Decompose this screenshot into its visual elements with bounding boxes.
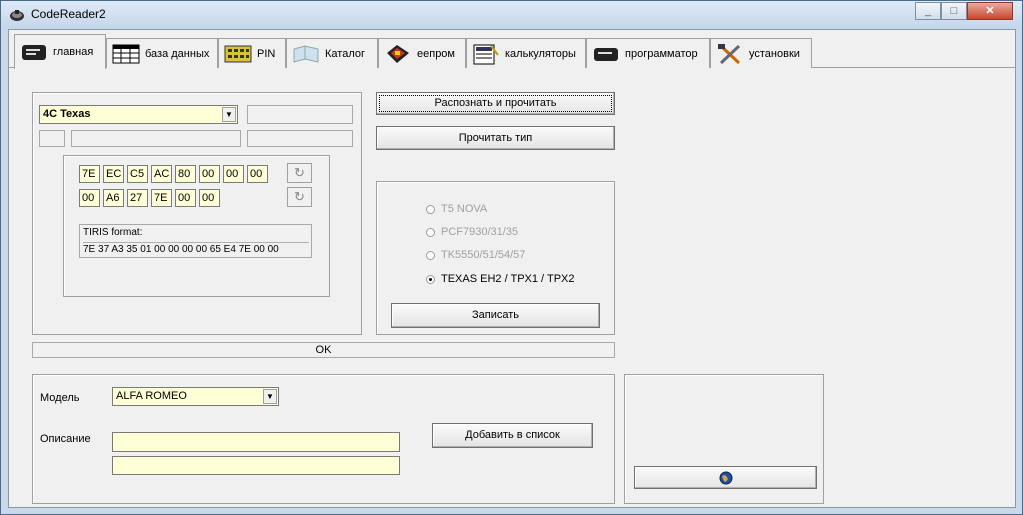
tab-eeprom[interactable]: eeпром xyxy=(378,38,466,68)
hex-cell[interactable]: 00 xyxy=(79,189,100,207)
status-bar: OK xyxy=(32,342,615,358)
radio-tk5550[interactable]: TK5550/51/54/57 xyxy=(426,249,525,261)
model-label: Модель xyxy=(40,392,80,404)
tiris-label: TIRIS format: xyxy=(83,227,143,238)
radio-label: T5 NOVA xyxy=(441,203,488,215)
tab-programmer[interactable]: программатор xyxy=(586,38,710,68)
radio-pcf7930[interactable]: PCF7930/31/35 xyxy=(426,226,518,238)
radio-dot xyxy=(426,227,435,237)
refresh-row1-button[interactable]: ↻ xyxy=(287,163,312,183)
globe-button[interactable] xyxy=(634,466,817,489)
tab-pin[interactable]: PIN xyxy=(218,38,286,68)
tab-database-label: база данных xyxy=(145,47,210,60)
close-button[interactable]: ✕ xyxy=(967,2,1013,20)
app-icon xyxy=(10,10,24,21)
tools-icon xyxy=(718,43,741,64)
hex-cell[interactable]: C5 xyxy=(127,165,148,183)
description-label: Описание xyxy=(40,433,91,445)
info-field-2 xyxy=(39,130,65,147)
main-panel: главная база данных PIN Каталог eeпром к… xyxy=(8,29,1016,508)
recognize-read-button[interactable]: Распознать и прочитать xyxy=(376,92,615,115)
radio-label: PCF7930/31/35 xyxy=(441,226,519,238)
model-select[interactable]: ALFA ROMEO ▼ xyxy=(112,387,279,406)
hex-cell[interactable]: 7E xyxy=(151,189,172,207)
hex-cell[interactable]: 7E xyxy=(79,165,100,183)
title-bar[interactable]: CodeReader2 _ □ ✕ xyxy=(1,1,1022,29)
tab-programmer-label: программатор xyxy=(625,47,698,60)
minimize-button[interactable]: _ xyxy=(915,2,941,20)
tab-settings[interactable]: установки xyxy=(710,38,812,68)
transponder-type-select[interactable]: 4C Texas ▼ xyxy=(39,105,238,124)
pin-keypad-icon xyxy=(224,45,252,62)
tab-main[interactable]: главная xyxy=(14,34,106,69)
hex-cell[interactable]: 27 xyxy=(127,189,148,207)
description-field-2[interactable] xyxy=(112,456,400,475)
info-field-4 xyxy=(247,130,353,147)
programmer-icon xyxy=(594,47,618,61)
refresh-icon: ↻ xyxy=(294,165,305,180)
hex-cell[interactable]: 00 xyxy=(223,165,244,183)
radio-label: TK5550/51/54/57 xyxy=(441,249,526,261)
read-type-button[interactable]: Прочитать тип xyxy=(376,126,615,150)
hex-cell[interactable]: 00 xyxy=(199,165,220,183)
hex-cell[interactable]: 00 xyxy=(247,165,268,183)
chevron-down-icon[interactable]: ▼ xyxy=(222,107,236,122)
tab-catalog[interactable]: Каталог xyxy=(286,38,378,68)
model-value: ALFA ROMEO xyxy=(116,390,187,402)
status-text: OK xyxy=(315,344,332,356)
hex-cell[interactable]: 80 xyxy=(175,165,196,183)
add-to-list-button[interactable]: Добавить в список xyxy=(432,423,593,448)
radio-t5-nova[interactable]: T5 NOVA xyxy=(426,203,487,215)
refresh-row2-button[interactable]: ↻ xyxy=(287,187,312,207)
database-icon xyxy=(112,44,140,63)
tab-settings-label: установки xyxy=(749,47,800,60)
hex-cell[interactable]: EC xyxy=(103,165,124,183)
eeprom-icon xyxy=(387,44,409,63)
window-title: CodeReader2 xyxy=(31,7,106,21)
description-field-1[interactable] xyxy=(112,432,400,452)
calculator-icon xyxy=(473,44,499,64)
tab-calculators[interactable]: калькуляторы xyxy=(466,38,586,68)
tab-pin-label: PIN xyxy=(257,47,276,60)
globe-icon xyxy=(719,471,732,484)
tab-strip: главная база данных PIN Каталог eeпром к… xyxy=(9,34,1015,69)
app-window: CodeReader2 _ □ ✕ главная база данных PI… xyxy=(0,0,1023,515)
info-field-1 xyxy=(247,105,353,124)
hex-cell[interactable]: 00 xyxy=(175,189,196,207)
refresh-icon: ↻ xyxy=(294,189,305,204)
radio-dot xyxy=(426,274,435,284)
tab-catalog-label: Каталог xyxy=(325,47,365,60)
radio-texas-eh2[interactable]: TEXAS EH2 / TPX1 / TPX2 xyxy=(426,273,574,285)
info-field-3 xyxy=(71,130,241,147)
hex-cell[interactable]: 00 xyxy=(199,189,220,207)
radio-dot xyxy=(426,250,435,260)
transponder-type-value: 4C Texas xyxy=(43,108,91,120)
tab-main-label: главная xyxy=(53,46,94,58)
tab-calculators-label: калькуляторы xyxy=(505,47,576,60)
tiris-box: TIRIS format: 7E 37 A3 35 01 00 00 00 00… xyxy=(79,224,312,258)
tiris-value: 7E 37 A3 35 01 00 00 00 00 65 E4 7E 00 0… xyxy=(83,242,309,255)
catalog-icon xyxy=(293,44,319,63)
chevron-down-icon[interactable]: ▼ xyxy=(263,389,277,404)
tab-eeprom-label: eeпром xyxy=(417,47,455,60)
radio-dot xyxy=(426,204,435,214)
radio-label: TEXAS EH2 / TPX1 / TPX2 xyxy=(441,273,575,285)
tab-database[interactable]: база данных xyxy=(106,38,218,68)
hex-cell[interactable]: A6 xyxy=(103,189,124,207)
main-icon xyxy=(22,45,46,60)
write-button[interactable]: Записать xyxy=(391,303,600,328)
maximize-button[interactable]: □ xyxy=(941,2,967,20)
hex-cell[interactable]: AC xyxy=(151,165,172,183)
